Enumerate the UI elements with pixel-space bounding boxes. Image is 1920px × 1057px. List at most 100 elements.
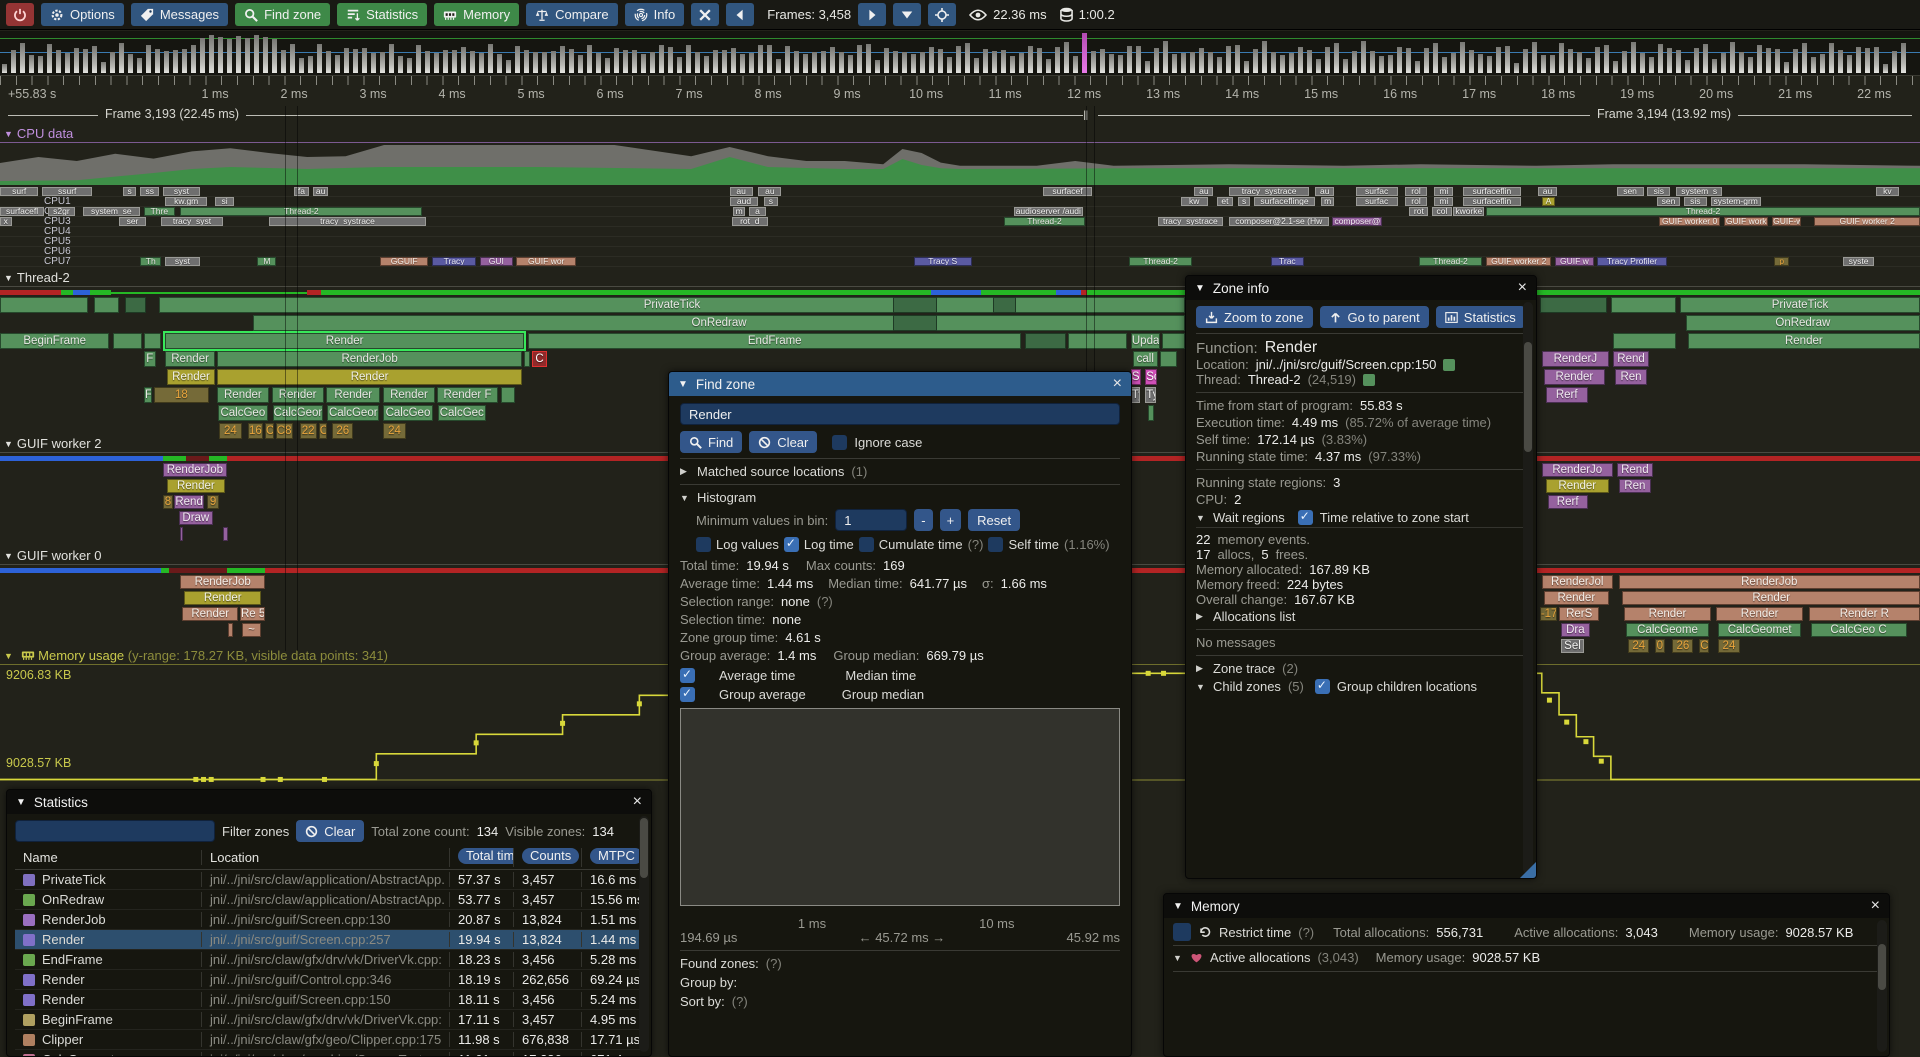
cpu-zone[interactable]: tracy_systrace	[1229, 187, 1310, 196]
cpu-zone[interactable]: kw.gm	[165, 197, 207, 206]
timeline-zone[interactable]: Ty	[1145, 387, 1156, 403]
col-mtpc-sort[interactable]: MTPC	[590, 848, 643, 864]
cpu-zone[interactable]: GUIF worker 0	[1659, 217, 1720, 226]
cpu-zone[interactable]: GUIF wor	[516, 257, 576, 266]
timeline-zone[interactable]: 18	[154, 387, 210, 403]
timeline-zone[interactable]: BeginFrame	[0, 333, 109, 349]
cpu-zone[interactable]: mi	[1434, 187, 1453, 196]
cpu-zone[interactable]: GUI	[480, 257, 513, 266]
messages-button[interactable]: Messages	[131, 3, 228, 26]
timeline-zone[interactable]	[228, 623, 233, 637]
cpu-zone[interactable]: audioserver /audi	[1014, 207, 1083, 216]
close-icon[interactable]: ×	[1871, 898, 1880, 914]
cpu-zone[interactable]: rol	[1405, 197, 1426, 206]
matched-source-locations[interactable]: ▶Matched source locations(1)	[680, 464, 1120, 479]
timeline-zone[interactable]	[524, 351, 530, 367]
reset-button[interactable]: Reset	[968, 509, 1020, 531]
timeline-zone[interactable]: RenderJob	[1619, 575, 1920, 589]
cpu-zone[interactable]: syste	[1843, 257, 1874, 266]
group-avg-med-checkbox[interactable]	[680, 687, 695, 702]
cpu-zone[interactable]: rot	[1409, 207, 1428, 216]
cpu-zone[interactable]: tracy_syst	[161, 217, 222, 226]
timeline-zone[interactable]: 26	[1672, 639, 1693, 653]
statistics-button[interactable]: Statistics	[337, 3, 427, 26]
cpu-zone[interactable]: m	[1321, 197, 1334, 206]
info-button[interactable]: Info	[625, 3, 685, 26]
timeline-zone[interactable]: 24	[1628, 639, 1649, 653]
cpu-data-header[interactable]: ▼CPU data	[4, 126, 73, 141]
memory-button[interactable]: Memory	[434, 3, 519, 26]
cpu-zone[interactable]: surfac	[1356, 187, 1398, 196]
timeline-zone[interactable]: CalcGeo	[218, 405, 268, 421]
timeline-zone[interactable]	[125, 297, 146, 313]
zone-trace[interactable]: Zone trace	[1213, 661, 1275, 676]
cpu-zone[interactable]: au	[1538, 187, 1557, 196]
timeline-zone[interactable]: Ren	[1619, 479, 1652, 493]
go-to-parent-button[interactable]: Go to parent	[1320, 306, 1429, 328]
timeline-zone[interactable]: 24	[1718, 639, 1739, 653]
cpu-zone[interactable]: GUIF-w	[1772, 217, 1801, 226]
timeline-zone[interactable]: Render	[167, 479, 225, 493]
cpu-zone[interactable]: Trac	[1271, 257, 1304, 266]
timeline-zone[interactable]	[1025, 333, 1065, 349]
timeline-zone[interactable]: RenderJol	[1542, 575, 1613, 589]
timeline-zone[interactable]: F	[144, 351, 156, 367]
col-total-time-sort[interactable]: Total time	[458, 848, 513, 864]
cpu-zone[interactable]: sis	[1647, 187, 1670, 196]
histogram-section[interactable]: ▼Histogram	[680, 490, 1120, 505]
goto-frame-button[interactable]	[928, 3, 956, 26]
memory-usage-header[interactable]: ▼ Memory usage (y-range: 178.27 KB, visi…	[4, 648, 388, 663]
timeline-zone[interactable]: Rend	[174, 495, 205, 509]
timeline-zone[interactable]	[1540, 297, 1607, 313]
thread-header[interactable]: ▼Thread-2	[4, 270, 70, 285]
zone-statistics-button[interactable]: Statistics	[1436, 306, 1525, 328]
ignore-case-checkbox[interactable]	[832, 435, 847, 450]
timeline-zone[interactable]: Render	[1622, 591, 1920, 605]
timeline-zone[interactable]: 24	[383, 423, 406, 439]
frames-overview-strip[interactable]	[0, 31, 1920, 76]
timeline-zone[interactable]	[893, 297, 937, 313]
timeline-zone[interactable]: Render	[217, 369, 522, 385]
timeline-zone[interactable]: Render	[383, 387, 435, 403]
timeline-zone[interactable]: RerS	[1559, 607, 1599, 621]
timeline-zone[interactable]: RenderJob	[217, 351, 522, 367]
timeline-zone[interactable]: RenderJ	[1542, 351, 1609, 367]
timeline-zone[interactable]: F	[144, 387, 152, 403]
table-row[interactable]: OnRedrawjni/../jni/src/claw/application/…	[15, 890, 643, 910]
timeline-zone[interactable]: Ty	[1131, 387, 1141, 403]
cpu-zone[interactable]: col	[1432, 207, 1451, 216]
cpu-zone[interactable]: kworke	[1453, 207, 1484, 216]
close-icon[interactable]: ×	[1113, 376, 1122, 392]
timeline-zone[interactable]: Sc	[1145, 369, 1157, 385]
cpu-zone[interactable]: au	[730, 187, 753, 196]
timeline-zone[interactable]: Render	[184, 591, 261, 605]
timeline-zone[interactable]: Rerf	[1546, 387, 1588, 403]
find-zone-histogram[interactable]	[680, 708, 1120, 906]
memory-scrollbar[interactable]	[1877, 920, 1887, 1052]
cpu-zone[interactable]: aud	[730, 197, 759, 206]
timeline-zone[interactable]: C	[319, 423, 328, 439]
cpu-zone[interactable]: Th	[140, 257, 161, 266]
timeline-zone[interactable]	[1162, 333, 1185, 349]
timeline-zone[interactable]: Dra	[1561, 623, 1590, 637]
cpu-zone[interactable]: surf	[0, 187, 38, 196]
zone-location[interactable]: jni/../jni/src/guif/Screen.cpp:150	[1256, 357, 1437, 372]
bin-plus-button[interactable]: +	[940, 509, 962, 531]
cpu-zone[interactable]: ss	[140, 187, 159, 196]
cumulate-time-checkbox[interactable]	[859, 537, 874, 552]
timeline-zone[interactable]	[94, 297, 119, 313]
cpu-zone[interactable]: ssurf	[42, 187, 92, 196]
col-location[interactable]: Location	[201, 850, 449, 865]
timeline-zone[interactable]: OnRedraw	[1686, 315, 1920, 331]
timeline-zone[interactable]: C	[532, 351, 547, 367]
clear-button[interactable]: Clear	[749, 431, 817, 453]
frame-label-left[interactable]: Frame 3,193 (22.45 ms)	[98, 107, 246, 121]
frame-markers-row[interactable]: Frame 3,193 (22.45 ms) ‖ Frame 3,194 (13…	[0, 106, 1920, 124]
cpu-zone[interactable]: system-grm	[1711, 197, 1761, 206]
timeline-zone[interactable]: Draw	[179, 511, 214, 525]
cpu-zone[interactable]: GUIF w	[1555, 257, 1593, 266]
timeline-zone[interactable]: Sc	[1131, 369, 1142, 385]
cpu-zone[interactable]: s	[764, 197, 777, 206]
restrict-time-checkbox[interactable]	[1173, 923, 1191, 941]
timeline-zone[interactable]: 22	[300, 423, 317, 439]
